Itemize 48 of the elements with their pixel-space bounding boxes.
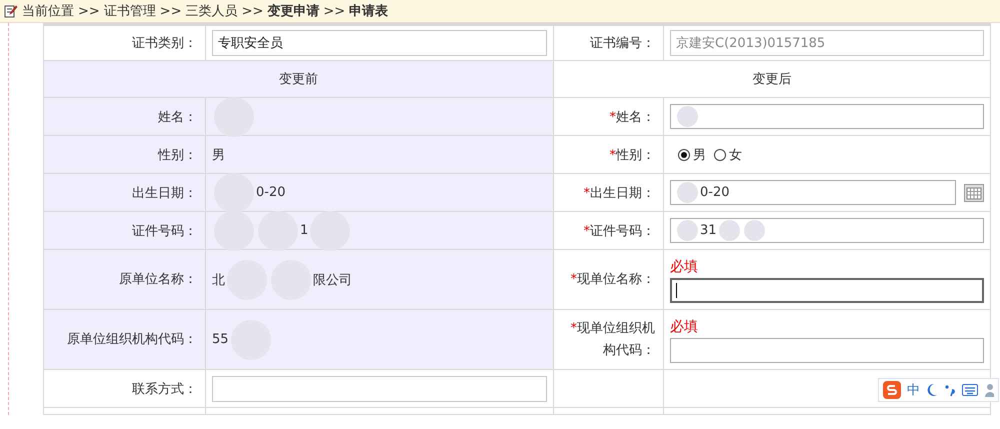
breadcrumb-item[interactable]: 当前位置 (22, 2, 74, 20)
field-value: 55 (212, 332, 229, 347)
field-label: 性别： (616, 148, 655, 162)
required-mark: * (570, 272, 577, 286)
field-label: 出生日期： (132, 186, 197, 200)
field-value: 限公司 (313, 272, 352, 288)
field-label: 现单位组织机构代码： (577, 320, 655, 358)
date-field[interactable]: 0-20 (670, 180, 956, 205)
field-label: 原单位名称： (119, 272, 197, 286)
required-mark: * (584, 224, 590, 238)
input-field[interactable]: 31 (670, 218, 984, 243)
required-mark: * (610, 110, 616, 124)
breadcrumb-item[interactable]: 三类人员 (186, 2, 238, 20)
input-field[interactable]: 专职安全员 (212, 30, 547, 56)
radio-option[interactable]: 女 (714, 146, 742, 164)
field-label: 联系方式： (132, 382, 197, 396)
field-value: 0-20 (700, 185, 730, 200)
breadcrumb-separator: >> (242, 4, 264, 18)
radio-option[interactable]: 男 (678, 146, 706, 164)
breadcrumb-separator: >> (78, 4, 100, 18)
field-label: 姓名： (616, 110, 655, 124)
required-hint: 必填 (670, 318, 699, 337)
required-mark: * (610, 148, 616, 162)
column-header: 变更前 (279, 72, 318, 87)
field-value: 0-20 (256, 185, 286, 200)
field-label: 现单位名称： (577, 272, 655, 286)
language-mode-toggle[interactable]: 中 (907, 381, 920, 399)
field-label: 出生日期： (590, 186, 655, 200)
field-label: 证件号码： (590, 224, 655, 238)
column-header: 变更后 (752, 72, 792, 87)
required-mark: * (570, 320, 577, 336)
field-label: 证件号码： (132, 224, 197, 238)
field-value: 北 (212, 272, 225, 288)
field-label: 原单位组织机构代码： (67, 332, 197, 346)
breadcrumb-separator: >> (160, 4, 182, 18)
required-hint: 必填 (670, 258, 699, 277)
required-mark: * (584, 186, 590, 200)
field-value: 男 (212, 146, 225, 164)
breadcrumb-item[interactable]: 变更申请 (267, 2, 320, 20)
field-value: 31 (700, 223, 717, 238)
field-value: 1 (300, 223, 308, 238)
breadcrumb-item[interactable]: 申请表 (349, 2, 388, 20)
field-label: 证书类别： (132, 36, 197, 51)
field-label: 姓名： (158, 110, 197, 124)
breadcrumb-item[interactable]: 证书管理 (104, 2, 156, 20)
field-label: 证书编号： (590, 36, 655, 51)
breadcrumb-separator: >> (323, 4, 346, 18)
field-label: 性别： (158, 148, 197, 162)
